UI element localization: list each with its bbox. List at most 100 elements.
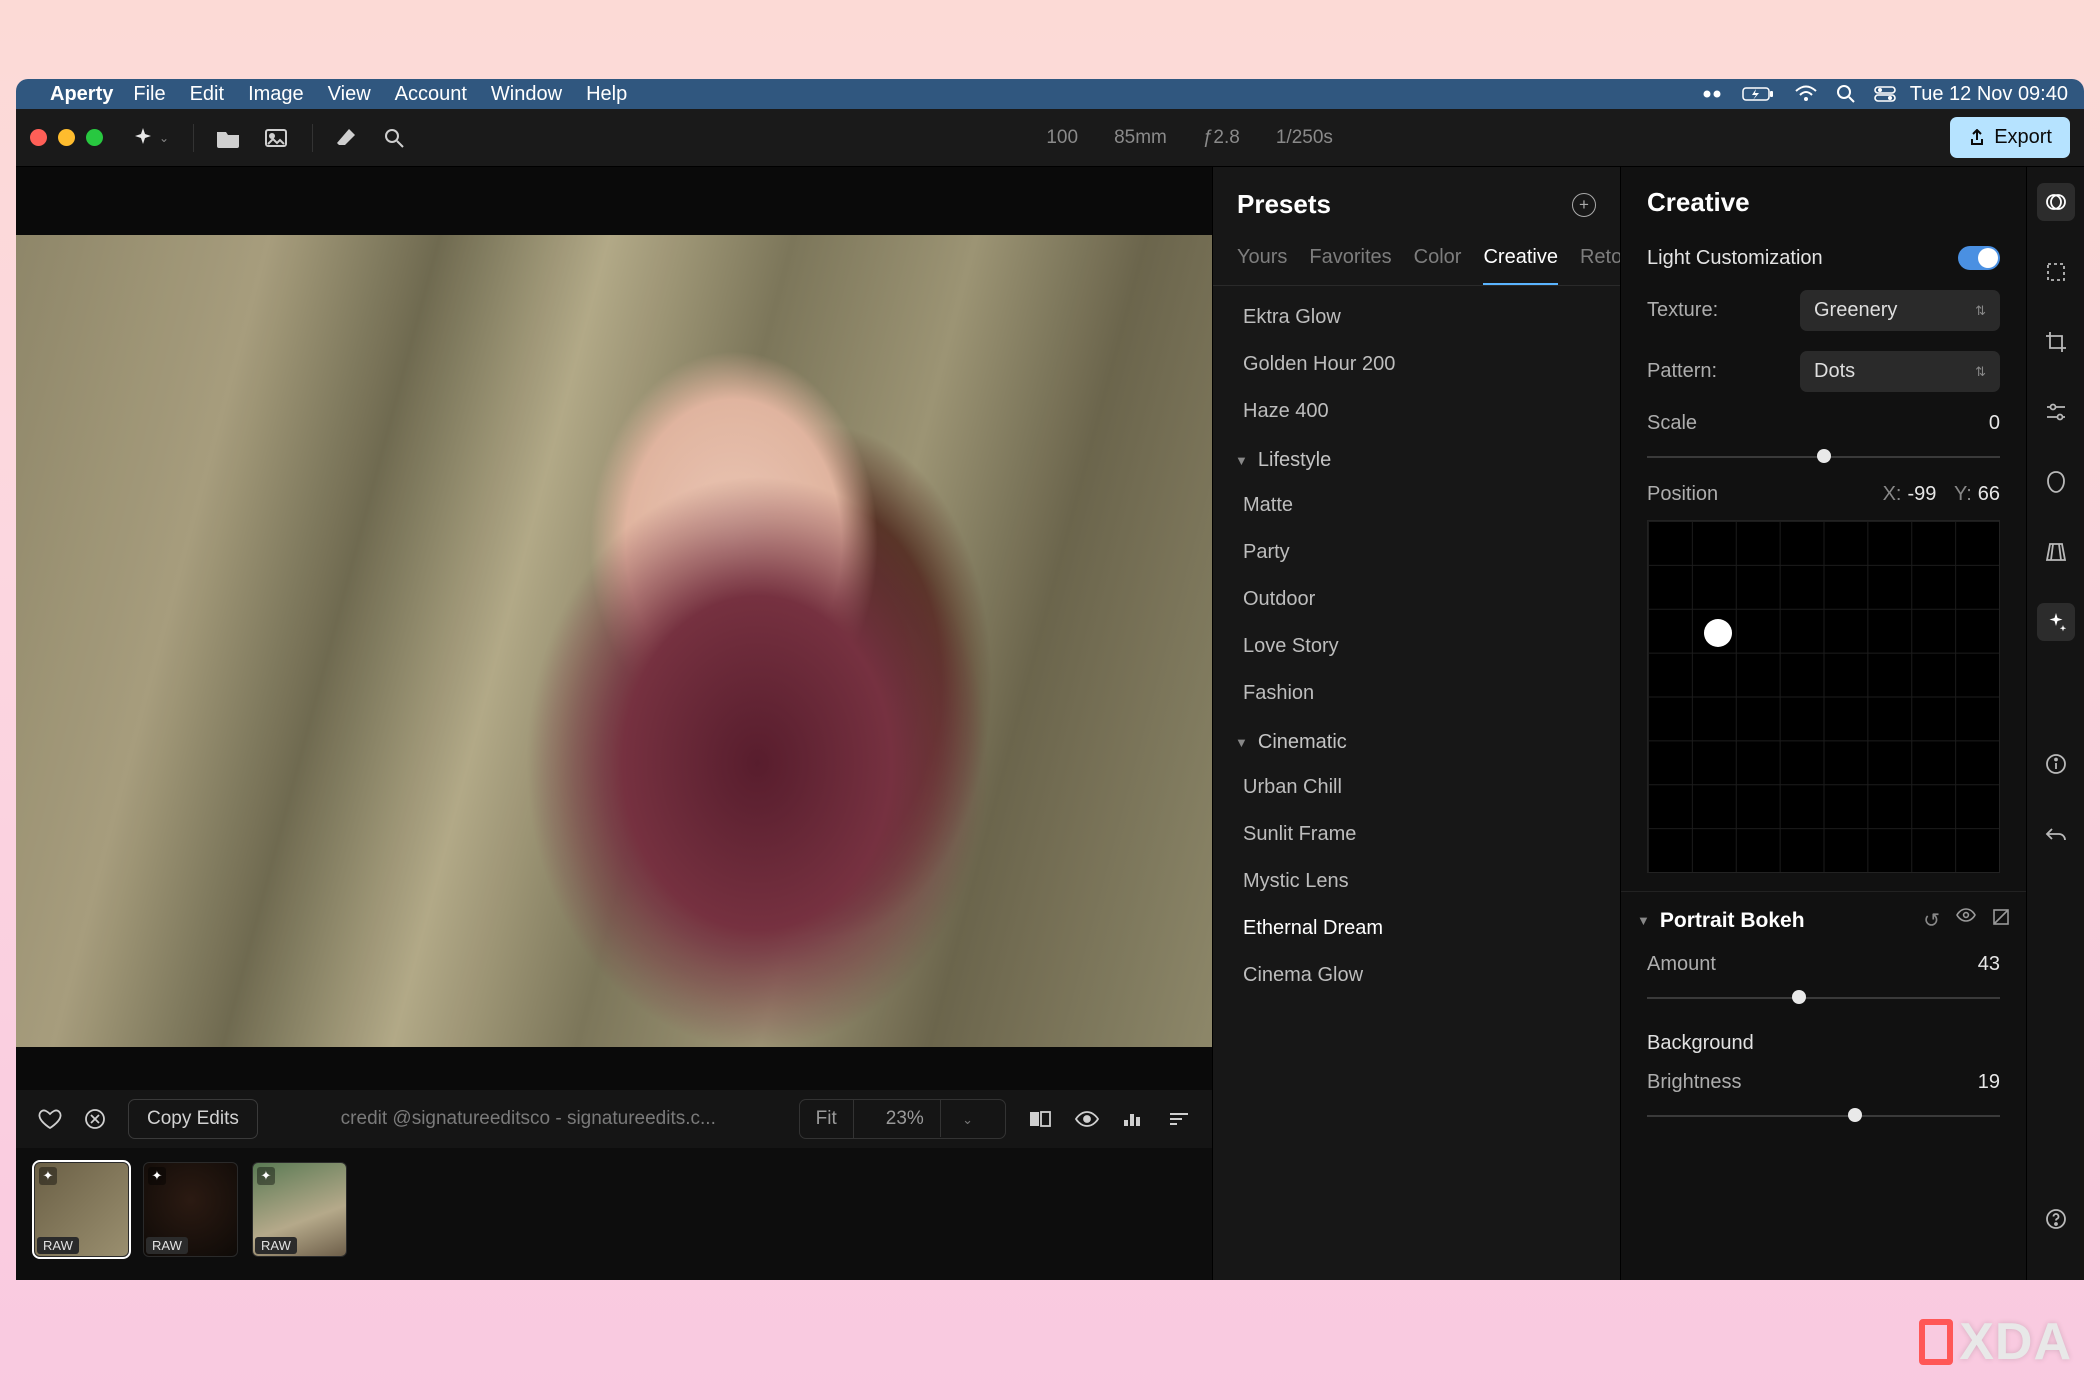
meta-aperture: ƒ2.8 <box>1203 127 1240 149</box>
canvas-area[interactable] <box>16 167 1212 1090</box>
preset-item[interactable]: Ektra Glow <box>1231 294 1610 341</box>
adjustments-tool[interactable] <box>2037 183 2075 221</box>
sliders-tool[interactable] <box>2037 393 2075 431</box>
zoom-value[interactable]: 23% ⌄ <box>854 1100 1005 1138</box>
image-icon[interactable] <box>264 128 288 148</box>
preset-group-cinematic[interactable]: ▼Cinematic <box>1231 717 1610 764</box>
preset-item[interactable]: Haze 400 <box>1231 388 1610 435</box>
tab-creative[interactable]: Creative <box>1483 246 1557 285</box>
menu-file[interactable]: File <box>133 83 165 106</box>
mask-icon[interactable] <box>1992 908 2010 933</box>
photo-credit: credit @signatureeditsco - signatureedit… <box>280 1108 777 1130</box>
app-toolbar: ⌄ 100 85mm ƒ2.8 1/250s Export <box>16 109 2084 167</box>
preview-icon[interactable] <box>1074 1110 1100 1128</box>
menu-account[interactable]: Account <box>395 83 467 106</box>
tab-favorites[interactable]: Favorites <box>1309 246 1391 285</box>
reset-icon[interactable]: ↺ <box>1923 908 1940 933</box>
crop-tool[interactable] <box>2037 323 2075 361</box>
preset-item[interactable]: Sunlit Frame <box>1231 811 1610 858</box>
menu-window[interactable]: Window <box>491 83 562 106</box>
info-tool[interactable] <box>2037 745 2075 783</box>
raw-badge: RAW <box>37 1237 79 1254</box>
fit-button[interactable]: Fit <box>800 1100 854 1138</box>
effects-tool[interactable] <box>2037 603 2075 641</box>
sparkle-tool-icon[interactable]: ⌄ <box>131 126 169 150</box>
perspective-tool[interactable] <box>2037 533 2075 571</box>
light-customization-toggle[interactable] <box>1958 246 2000 270</box>
position-grid[interactable] <box>1647 520 2000 873</box>
add-preset-button[interactable]: + <box>1572 193 1596 217</box>
zoom-icon[interactable] <box>383 127 405 149</box>
scale-slider[interactable] <box>1647 449 2000 463</box>
wifi-icon[interactable] <box>1794 85 1818 103</box>
eraser-icon[interactable] <box>335 127 359 149</box>
menubar-appname[interactable]: Aperty <box>50 83 113 106</box>
menu-edit[interactable]: Edit <box>190 83 224 106</box>
pattern-label: Pattern: <box>1647 360 1717 383</box>
preset-list[interactable]: Ektra Glow Golden Hour 200 Haze 400 ▼Lif… <box>1213 286 1620 1280</box>
thumbnail-3[interactable]: ✦ RAW <box>252 1162 347 1257</box>
thumbnail-2[interactable]: ✦ RAW <box>143 1162 238 1257</box>
preset-item[interactable]: Cinema Glow <box>1231 952 1610 999</box>
tab-retouch[interactable]: Retou <box>1580 246 1620 285</box>
pattern-select[interactable]: Dots⇅ <box>1800 351 2000 392</box>
xda-logo-icon <box>1919 1319 1953 1365</box>
creative-title: Creative <box>1621 167 2026 236</box>
menubar-clock[interactable]: Tue 12 Nov 09:40 <box>1910 83 2068 106</box>
control-center-icon[interactable] <box>1874 86 1896 102</box>
tool-rail <box>2026 167 2084 1280</box>
portrait-bokeh-section[interactable]: ▼ Portrait Bokeh ↺ <box>1621 891 2026 943</box>
visibility-icon[interactable] <box>1956 908 1976 933</box>
export-button-label: Export <box>1994 126 2052 149</box>
xda-logo-text: XDA <box>1959 1312 2072 1372</box>
canvas-column: Copy Edits credit @signatureeditsco - si… <box>16 167 1212 1280</box>
minimize-window-button[interactable] <box>58 129 75 146</box>
undo-tool[interactable] <box>2037 815 2075 853</box>
raw-badge: RAW <box>146 1237 188 1254</box>
zoom-control[interactable]: Fit 23% ⌄ <box>799 1099 1006 1139</box>
selection-tool[interactable] <box>2037 253 2075 291</box>
preset-item[interactable]: Urban Chill <box>1231 764 1610 811</box>
window-controls <box>30 129 103 146</box>
texture-select[interactable]: Greenery⇅ <box>1800 290 2000 331</box>
amount-slider[interactable] <box>1647 990 2000 1004</box>
tab-yours[interactable]: Yours <box>1237 246 1287 285</box>
meta-iso: 100 <box>1046 127 1078 149</box>
fullscreen-window-button[interactable] <box>86 129 103 146</box>
menu-image[interactable]: Image <box>248 83 304 106</box>
reject-icon[interactable] <box>84 1108 106 1130</box>
preset-item-selected[interactable]: Ethernal Dream <box>1231 905 1610 952</box>
compare-icon[interactable] <box>1028 1109 1052 1129</box>
face-tool[interactable] <box>2037 463 2075 501</box>
preset-item[interactable]: Fashion <box>1231 670 1610 717</box>
tab-color[interactable]: Color <box>1414 246 1462 285</box>
histogram-icon[interactable] <box>1122 1110 1146 1128</box>
preset-item[interactable]: Mystic Lens <box>1231 858 1610 905</box>
help-tool[interactable] <box>2037 1200 2075 1238</box>
preset-item[interactable]: Love Story <box>1231 623 1610 670</box>
edited-badge-icon: ✦ <box>148 1167 166 1185</box>
spotlight-icon[interactable] <box>1836 84 1856 104</box>
preset-item[interactable]: Golden Hour 200 <box>1231 341 1610 388</box>
folder-icon[interactable] <box>216 128 240 148</box>
preset-item[interactable]: Party <box>1231 529 1610 576</box>
close-window-button[interactable] <box>30 129 47 146</box>
copy-edits-button[interactable]: Copy Edits <box>128 1099 258 1139</box>
menu-help[interactable]: Help <box>586 83 627 106</box>
photo-metadata: 100 85mm ƒ2.8 1/250s <box>429 127 1950 149</box>
thumbnail-1[interactable]: ✦ RAW <box>34 1162 129 1257</box>
brightness-slider[interactable] <box>1647 1108 2000 1122</box>
menu-view[interactable]: View <box>328 83 371 106</box>
preset-item[interactable]: Outdoor <box>1231 576 1610 623</box>
position-handle[interactable] <box>1704 619 1732 647</box>
export-button[interactable]: Export <box>1950 117 2070 158</box>
presets-title: Presets <box>1237 189 1331 220</box>
content-area: Copy Edits credit @signatureeditsco - si… <box>16 167 2084 1280</box>
preset-item[interactable]: Matte <box>1231 482 1610 529</box>
sort-icon[interactable] <box>1168 1111 1190 1127</box>
favorite-icon[interactable] <box>38 1108 62 1130</box>
texture-label: Texture: <box>1647 299 1718 322</box>
battery-icon[interactable] <box>1742 86 1776 102</box>
preset-group-lifestyle[interactable]: ▼Lifestyle <box>1231 435 1610 482</box>
screenrecord-icon[interactable] <box>1702 86 1724 102</box>
